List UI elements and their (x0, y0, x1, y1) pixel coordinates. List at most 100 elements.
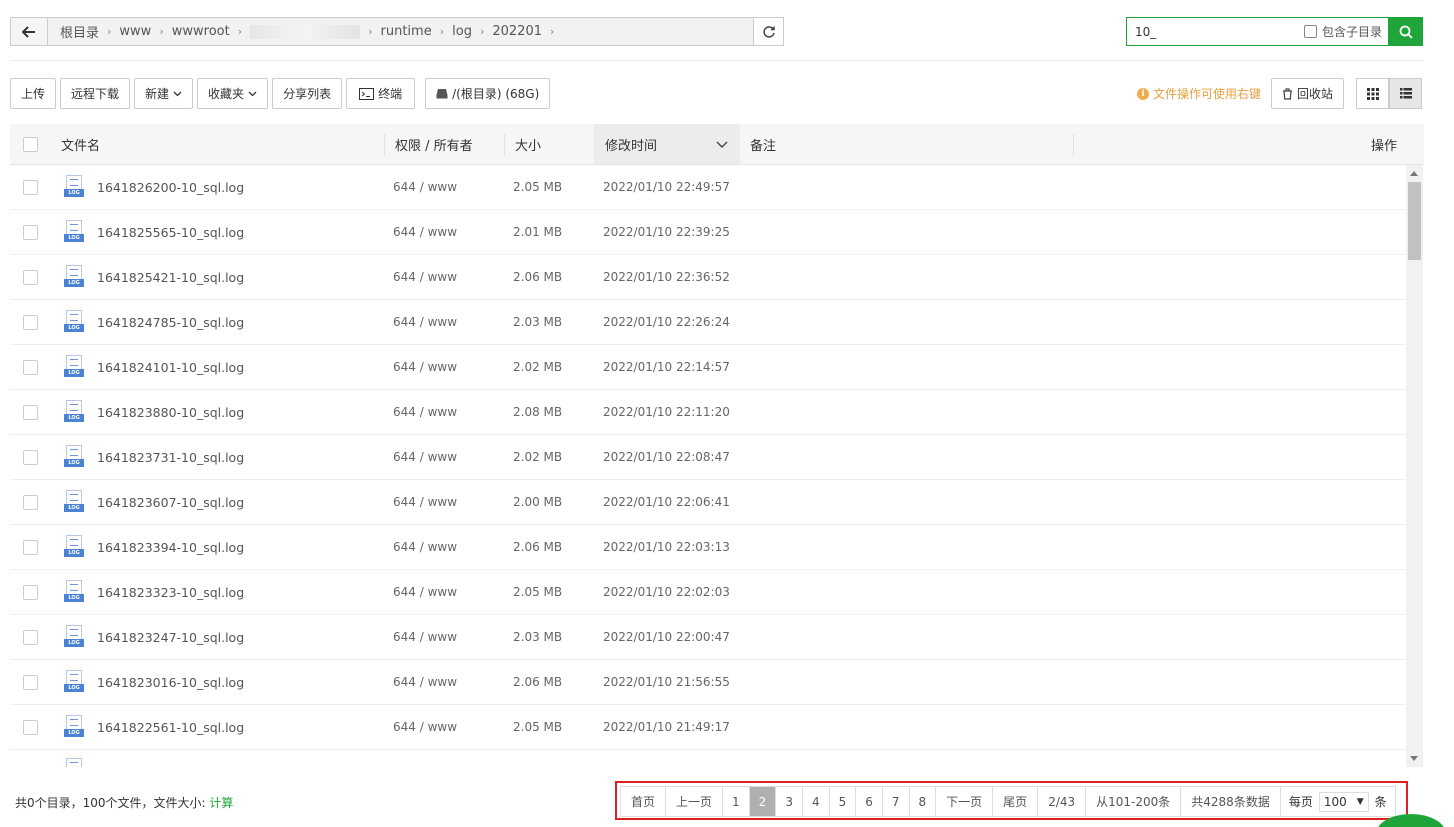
table-row[interactable]: LOG 1641823607-10_sql.log 644 / www 2.00 MB… (10, 480, 1406, 525)
table-row-partial[interactable]: LOG (10, 750, 1406, 767)
breadcrumb-item-www[interactable]: www (113, 24, 157, 39)
breadcrumb-item-root[interactable]: 根目录 (54, 22, 105, 41)
page-number-2[interactable]: 2 (749, 787, 777, 816)
table-row[interactable]: LOG 1641823880-10_sql.log 644 / www 2.08 MB… (10, 390, 1406, 435)
file-name[interactable]: 1641826200-10_sql.log (97, 165, 244, 209)
grid-view-button[interactable] (1356, 78, 1390, 109)
table-row[interactable]: LOG 1641822561-10_sql.log 644 / www 2.05 MB… (10, 705, 1406, 750)
row-checkbox[interactable] (23, 255, 38, 299)
checkbox-box[interactable] (23, 449, 38, 465)
col-header-mtime[interactable]: 修改时间 (594, 124, 740, 164)
file-name[interactable]: 1641824785-10_sql.log (97, 300, 244, 344)
row-checkbox[interactable] (23, 210, 38, 254)
row-checkbox[interactable] (23, 756, 38, 767)
checkbox-box[interactable] (23, 136, 38, 152)
scroll-up-icon[interactable] (1410, 171, 1418, 176)
row-checkbox[interactable] (23, 345, 38, 389)
page-number-4[interactable]: 4 (802, 787, 830, 816)
file-name[interactable]: 1641822561-10_sql.log (97, 705, 244, 749)
favorites-dropdown-button[interactable]: 收藏夹 (197, 78, 269, 109)
page-number-8[interactable]: 8 (909, 787, 937, 816)
refresh-button[interactable] (753, 18, 783, 45)
scroll-down-icon[interactable] (1410, 756, 1418, 761)
table-row[interactable]: LOG 1641823394-10_sql.log 644 / www 2.06 MB… (10, 525, 1406, 570)
page-number-3[interactable]: 3 (776, 787, 803, 816)
page-prev-button[interactable]: 上一页 (666, 787, 724, 816)
terminal-button[interactable]: 终端 (346, 78, 416, 109)
page-first-button[interactable]: 首页 (621, 787, 667, 816)
row-checkbox[interactable] (23, 615, 38, 659)
search-input[interactable] (1127, 18, 1304, 45)
breadcrumb-item-log[interactable]: log (446, 24, 478, 39)
table-row[interactable]: LOG 1641824101-10_sql.log 644 / www 2.02 MB… (10, 345, 1406, 390)
file-name[interactable]: 1641823880-10_sql.log (97, 390, 244, 434)
list-view-button[interactable] (1389, 78, 1423, 109)
col-header-perm[interactable]: 权限 / 所有者 (395, 124, 473, 164)
page-next-button[interactable]: 下一页 (936, 787, 994, 816)
remote-download-button[interactable]: 远程下载 (60, 78, 131, 109)
table-row[interactable]: LOG 1641825565-10_sql.log 644 / www 2.01 MB… (10, 210, 1406, 255)
include-subdir-checkbox[interactable]: 包含子目录 (1303, 23, 1388, 40)
file-name[interactable]: 1641823607-10_sql.log (97, 480, 244, 524)
checkbox-box[interactable] (23, 224, 38, 240)
page-last-button[interactable]: 尾页 (993, 787, 1039, 816)
per-page-select[interactable]: 100 ▼ (1318, 791, 1369, 812)
table-row[interactable]: LOG 1641825421-10_sql.log 644 / www 2.06 MB… (10, 255, 1406, 300)
row-checkbox[interactable] (23, 705, 38, 749)
checkbox-box[interactable] (23, 539, 38, 555)
page-number-7[interactable]: 7 (882, 787, 910, 816)
file-name[interactable]: 1641823247-10_sql.log (97, 615, 244, 659)
file-name[interactable]: 1641824101-10_sql.log (97, 345, 244, 389)
checkbox-box[interactable] (23, 269, 38, 285)
table-row[interactable]: LOG 1641823247-10_sql.log 644 / www 2.03 MB… (10, 615, 1406, 660)
checkbox-box[interactable] (23, 584, 38, 600)
file-name[interactable]: 1641825565-10_sql.log (97, 210, 244, 254)
vertical-scrollbar[interactable] (1406, 165, 1423, 767)
table-row[interactable]: LOG 1641823731-10_sql.log 644 / www 2.02 MB… (10, 435, 1406, 480)
checkbox-box[interactable] (23, 629, 38, 645)
row-checkbox[interactable] (23, 435, 38, 479)
file-name[interactable]: 1641823323-10_sql.log (97, 570, 244, 614)
file-name[interactable]: 1641823016-10_sql.log (97, 660, 244, 704)
search-button[interactable] (1388, 17, 1423, 46)
file-name[interactable]: 1641825421-10_sql.log (97, 255, 244, 299)
file-name[interactable]: 1641823394-10_sql.log (97, 525, 244, 569)
col-header-name[interactable]: 文件名 (61, 124, 100, 164)
page-number-1[interactable]: 1 (723, 787, 750, 816)
table-row[interactable]: LOG 1641824785-10_sql.log 644 / www 2.03 MB… (10, 300, 1406, 345)
back-button[interactable] (11, 18, 48, 45)
row-checkbox[interactable] (23, 525, 38, 569)
disk-button[interactable]: /(根目录) (68G) (425, 78, 551, 109)
checkbox-box[interactable] (23, 179, 38, 195)
breadcrumb-item-wwwroot[interactable]: wwwroot (166, 24, 236, 39)
row-checkbox[interactable] (23, 660, 38, 704)
checkbox-box[interactable] (1303, 25, 1317, 38)
calc-size-link[interactable]: 计算 (209, 796, 233, 810)
upload-button[interactable]: 上传 (10, 78, 57, 109)
breadcrumb-item-runtime[interactable]: runtime (375, 24, 438, 39)
breadcrumb-item-redacted[interactable] (250, 24, 361, 39)
scroll-thumb[interactable] (1408, 182, 1421, 260)
col-header-remark[interactable]: 备注 (750, 124, 776, 164)
checkbox-box[interactable] (23, 494, 38, 510)
checkbox-box[interactable] (23, 404, 38, 420)
breadcrumb-item-202201[interactable]: 202201 (486, 24, 548, 39)
row-checkbox[interactable] (23, 570, 38, 614)
table-row[interactable]: LOG 1641823323-10_sql.log 644 / www 2.05 MB… (10, 570, 1406, 615)
share-list-button[interactable]: 分享列表 (272, 78, 343, 109)
row-checkbox[interactable] (23, 165, 38, 209)
page-number-6[interactable]: 6 (856, 787, 883, 816)
select-all-checkbox[interactable] (23, 124, 38, 164)
checkbox-box[interactable] (23, 674, 38, 690)
table-row[interactable]: LOG 1641826200-10_sql.log 644 / www 2.05 MB… (10, 165, 1406, 210)
row-checkbox[interactable] (23, 390, 38, 434)
row-checkbox[interactable] (23, 480, 38, 524)
page-number-5[interactable]: 5 (829, 787, 857, 816)
checkbox-box[interactable] (23, 314, 38, 330)
checkbox-box[interactable] (23, 359, 38, 375)
col-header-size[interactable]: 大小 (515, 124, 541, 164)
recycle-bin-button[interactable]: 回收站 (1271, 78, 1345, 109)
row-checkbox[interactable] (23, 300, 38, 344)
table-row[interactable]: LOG 1641823016-10_sql.log 644 / www 2.06 MB… (10, 660, 1406, 705)
file-name[interactable]: 1641823731-10_sql.log (97, 435, 244, 479)
